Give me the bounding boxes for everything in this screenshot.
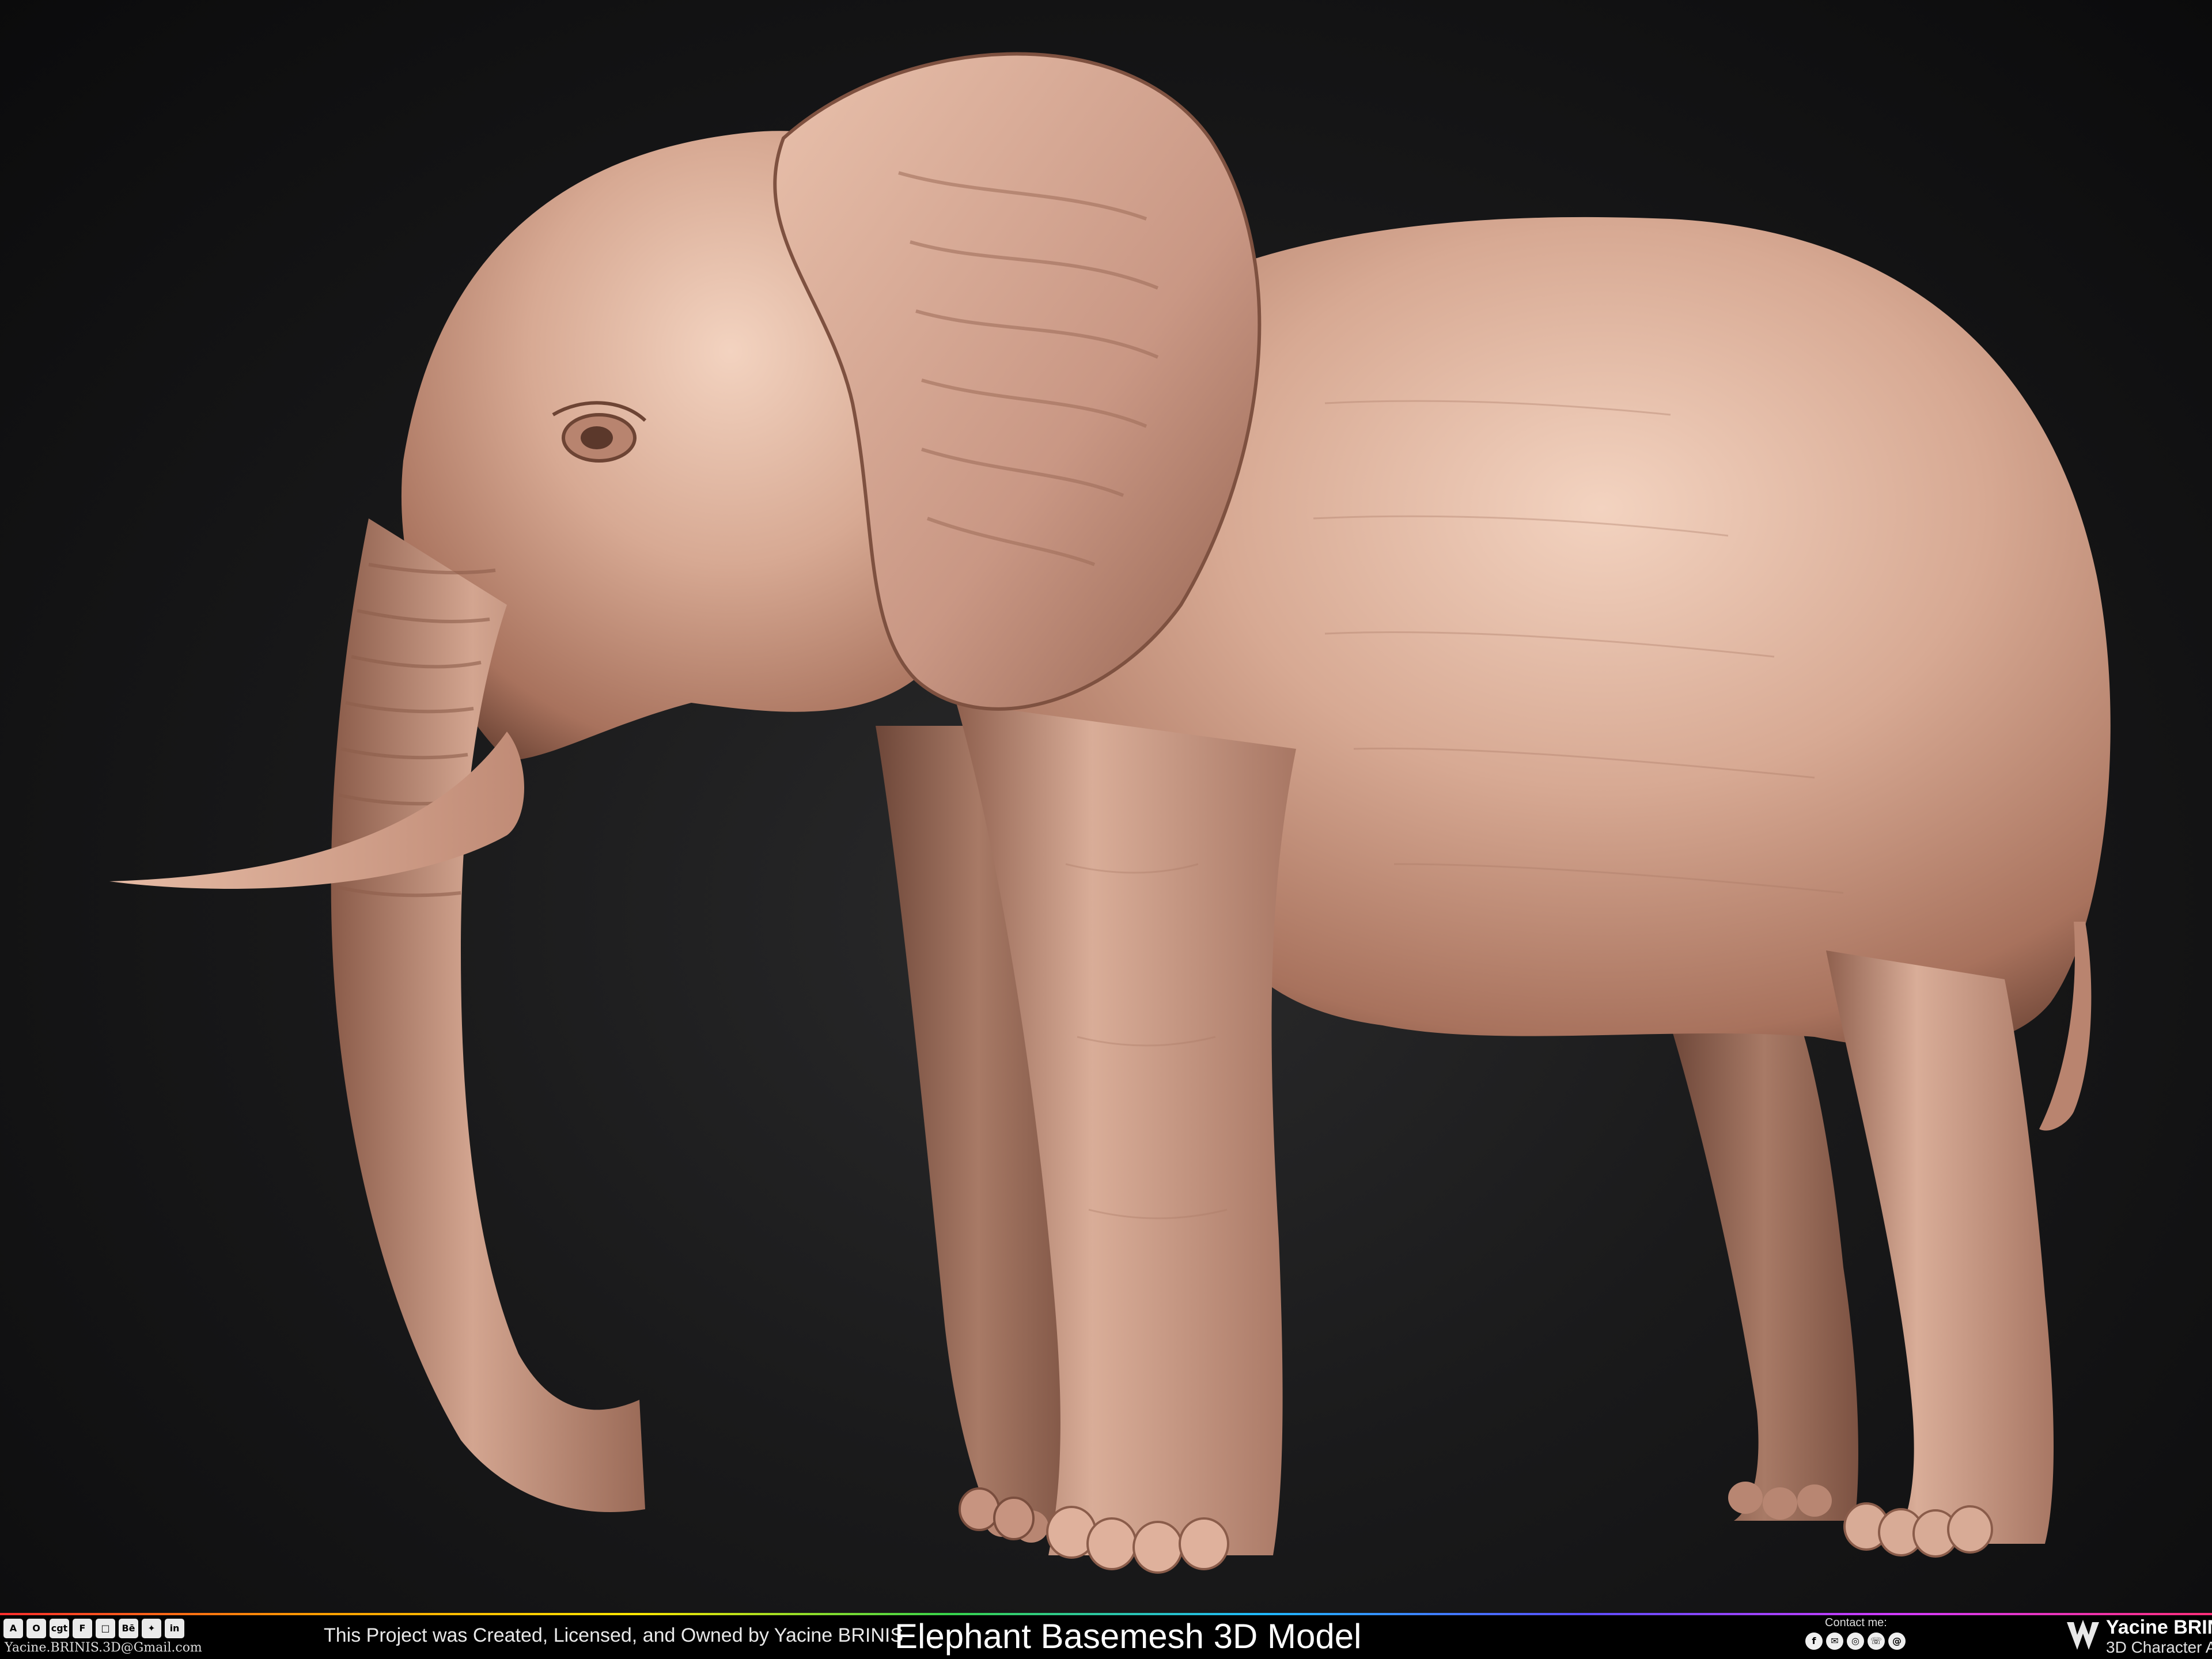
- elephant-sculpt-render: [109, 52, 2111, 1574]
- facebook-icon[interactable]: f: [1805, 1633, 1823, 1650]
- fab-icon[interactable]: F: [73, 1619, 92, 1638]
- mail-icon[interactable]: @: [1888, 1633, 1906, 1650]
- sketchfab-icon[interactable]: □: [96, 1619, 115, 1638]
- rainbow-divider: [0, 1613, 2212, 1615]
- behance-icon[interactable]: Bē: [119, 1619, 138, 1638]
- credit-line: This Project was Created, Licensed, and …: [324, 1624, 904, 1646]
- contact-email[interactable]: Yacine.BRINIS.3D@Gmail.com: [5, 1641, 202, 1655]
- credits-footer: A O cgt F □ Bē ✦ in Yacine.BRINIS.3D@Gma…: [0, 1613, 2212, 1659]
- turbosquid-icon[interactable]: cgt: [50, 1619, 69, 1638]
- cgtrader-icon[interactable]: O: [26, 1619, 46, 1638]
- artstation-icon[interactable]: A: [3, 1619, 23, 1638]
- artwork-canvas: A O cgt F □ Bē ✦ in Yacine.BRINIS.3D@Gma…: [0, 0, 2212, 1659]
- brand-logo-icon: [2067, 1620, 2099, 1650]
- contact-label: Contact me:: [1825, 1616, 1887, 1629]
- near-hind-leg: [1826, 950, 2054, 1544]
- brand-role: 3D Character Artist: [2106, 1638, 2212, 1656]
- contact-links: f ✉ ◎ ☏ @: [1805, 1633, 1906, 1650]
- whatsapp-icon[interactable]: ☏: [1868, 1633, 1885, 1650]
- messenger-icon[interactable]: ✉: [1826, 1633, 1843, 1650]
- social-links: A O cgt F □ Bē ✦ in: [3, 1619, 184, 1638]
- brand-name: Yacine BRINIS: [2106, 1616, 2212, 1638]
- linkedin-icon[interactable]: in: [165, 1619, 184, 1638]
- gumroad-icon[interactable]: ✦: [142, 1619, 161, 1638]
- model-title: Elephant Basemesh 3D Model: [895, 1617, 1362, 1656]
- instagram-icon[interactable]: ◎: [1847, 1633, 1864, 1650]
- far-hind-leg: [1671, 1014, 1858, 1521]
